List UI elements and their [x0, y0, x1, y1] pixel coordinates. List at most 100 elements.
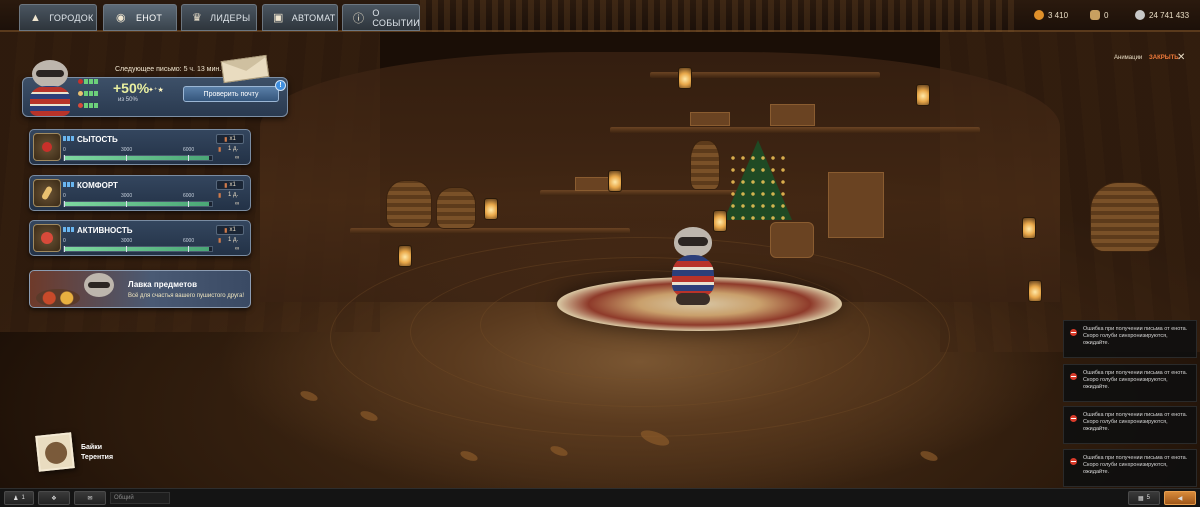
basket — [436, 187, 476, 229]
chat-channel-input[interactable]: Общий — [110, 492, 170, 504]
ball-icon — [33, 224, 61, 252]
silver-balance: 24 741 433 — [1135, 10, 1189, 20]
crate — [770, 104, 815, 126]
trophy-icon: ♛ — [192, 12, 203, 24]
stat-activity[interactable]: АКТИВНОСТЬ ▮ x1 0 3000 6000 ▮ 1 д. ∞ — [29, 220, 251, 256]
lantern-icon — [608, 170, 622, 192]
error-notification[interactable]: Ошибка при получении письма от енота. Ск… — [1063, 449, 1197, 487]
bell-icon: ▦ — [1137, 495, 1144, 502]
apple-icon — [33, 133, 61, 161]
tab-slot-machine[interactable]: ▣ АВТОМАТ — [262, 4, 338, 31]
error-icon — [1070, 373, 1077, 380]
bench — [350, 228, 630, 234]
slot-machine-icon: ▣ — [273, 12, 284, 24]
raccoon-icon — [80, 273, 120, 307]
close-animation-button[interactable]: ЗАКРЫТЬ — [1149, 55, 1179, 61]
crate-stack — [828, 172, 884, 238]
lantern-icon — [1028, 280, 1042, 302]
crate — [690, 112, 730, 126]
tab-leaders[interactable]: ♛ ЛИДЕРЫ — [181, 4, 257, 31]
lantern-icon — [678, 67, 692, 89]
error-icon — [1070, 329, 1077, 336]
beehive — [690, 140, 720, 190]
mail-notification-badge: ! — [275, 80, 286, 91]
stat-satiety[interactable]: СЫТОСТЬ ▮ x1 0 3000 6000 ▮ 1 д. ∞ — [29, 129, 251, 165]
bottom-bar: ♟ 1 ❖ ✉ Общий ▦ 5 ◀ — [0, 488, 1200, 507]
mini-stat-satiety — [78, 78, 98, 84]
bonus-max: из 50% — [118, 97, 138, 103]
tales-button[interactable]: Байки Терентия — [81, 443, 113, 463]
multiplier-badge: ▮ x1 — [216, 225, 244, 235]
raccoon-character[interactable] — [668, 227, 718, 307]
lantern-icon — [1022, 217, 1036, 239]
error-notification[interactable]: Ошибка при получении письма от енота. Ск… — [1063, 364, 1197, 402]
hourglass-icon: ▮ — [218, 193, 222, 199]
tab-town[interactable]: ▲ ГОРОДОК — [19, 4, 97, 31]
top-navigation-bar: ▲ ГОРОДОК ◉ ЕНОТ ♛ ЛИДЕРЫ ▣ АВТОМАТ ⓘ О … — [0, 0, 1200, 32]
chat-icon: ✉ — [87, 495, 93, 502]
stat-time: 1 д. — [228, 146, 239, 152]
stat-comfort[interactable]: КОМФОРТ ▮ x1 0 3000 6000 ▮ 1 д. ∞ — [29, 175, 251, 211]
close-icon[interactable]: ✕ — [1177, 52, 1185, 63]
animation-label: Анимации — [1114, 55, 1143, 61]
tab-raccoon[interactable]: ◉ ЕНОТ — [103, 4, 177, 31]
stat-ticks: 0 3000 6000 — [63, 238, 195, 244]
carved-ornament — [420, 0, 1020, 32]
stat-title: СЫТОСТЬ — [77, 135, 118, 144]
error-icon — [1070, 458, 1077, 465]
lantern-icon — [484, 198, 498, 220]
leaf — [299, 389, 319, 403]
silver-icon — [1135, 10, 1145, 20]
lantern-icon — [398, 245, 412, 267]
multiplier-badge: ▮ x1 — [216, 134, 244, 144]
stat-progress-bar — [63, 246, 213, 252]
info-icon: ⓘ — [353, 12, 365, 25]
leaf — [549, 444, 569, 458]
bag-balance: 0 — [1090, 10, 1108, 20]
leaf — [359, 409, 379, 423]
check-mail-button[interactable]: Проверить почту — [183, 86, 279, 102]
leaf — [459, 449, 479, 463]
clan-button[interactable]: ❖ — [38, 491, 70, 505]
error-icon — [1070, 415, 1077, 422]
arrow-icon: ◀ — [1177, 495, 1183, 502]
lantern-icon — [916, 84, 930, 106]
barrel — [770, 222, 814, 258]
stat-ticks: 0 3000 6000 — [63, 193, 195, 199]
mini-stat-activity — [78, 102, 98, 108]
user-icon: ♟ — [13, 495, 19, 502]
next-letter-timer: Следующее письмо: 5 ч. 13 мин. — [115, 66, 222, 73]
tales-portrait-icon[interactable] — [35, 432, 75, 472]
shelf — [540, 190, 740, 196]
raccoon-icon: ◉ — [116, 12, 126, 24]
hourglass-icon: ▮ — [218, 147, 222, 153]
gold-balance: 3 410 — [1034, 10, 1068, 20]
chat-button[interactable]: ✉ — [74, 491, 106, 505]
shelf — [610, 127, 980, 133]
stat-infinity: ∞ — [235, 155, 240, 161]
tree-lights — [728, 152, 788, 222]
notifications-count-button[interactable]: ▦ 5 — [1128, 491, 1160, 505]
error-notification[interactable]: Ошибка при получении письма от енота. Ск… — [1063, 406, 1197, 444]
stat-progress-bar — [63, 201, 213, 207]
error-notification[interactable]: Ошибка при получении письма от енота. Ск… — [1063, 320, 1197, 358]
stat-level — [63, 227, 75, 232]
notifications-panel-button[interactable]: ◀ — [1164, 491, 1196, 505]
multiplier-badge: ▮ x1 — [216, 180, 244, 190]
stat-time: 1 д. — [228, 192, 239, 198]
hourglass-icon: ▮ — [218, 238, 222, 244]
basket — [1090, 182, 1160, 252]
tab-about-event[interactable]: ⓘ О СОБЫТИИ — [342, 4, 420, 31]
item-shop-button[interactable]: Лавка предметов Всё для счастья вашего п… — [29, 270, 251, 308]
wings-icon: ❖ — [51, 495, 57, 502]
raccoon-portrait — [24, 58, 76, 118]
players-button[interactable]: ♟ 1 — [4, 491, 34, 505]
mini-stat-comfort — [78, 90, 98, 96]
brush-icon — [33, 179, 61, 207]
shop-title: Лавка предметов — [128, 280, 197, 289]
stat-level — [63, 182, 75, 187]
stat-infinity: ∞ — [235, 246, 240, 252]
shop-subtitle: Всё для счастья вашего пушистого друга! — [128, 293, 245, 299]
bonus-percent: +50% — [113, 80, 150, 96]
bag-icon — [1090, 10, 1100, 20]
